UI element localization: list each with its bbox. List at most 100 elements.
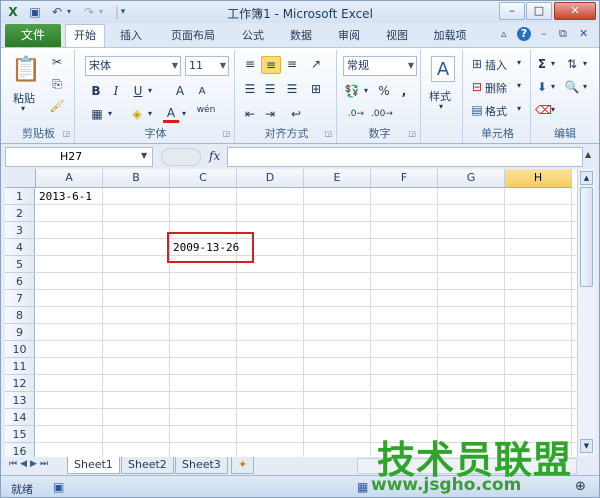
align-center-icon[interactable]: ☰ xyxy=(261,81,279,97)
help-icon[interactable]: ? xyxy=(517,27,531,41)
row-header-8[interactable]: 8 xyxy=(5,307,35,324)
font-size-combo[interactable]: 11 ▼ xyxy=(185,56,229,76)
insert-cells-icon[interactable]: ⊞ xyxy=(469,56,485,72)
comma-button[interactable]: , xyxy=(397,83,411,99)
alignment-launcher-icon[interactable]: ◲ xyxy=(324,129,332,138)
delete-dropdown-icon[interactable]: ▾ xyxy=(517,81,521,90)
bold-button[interactable]: B xyxy=(89,83,103,99)
workbook-restore-icon[interactable]: ⧉ xyxy=(559,27,567,41)
number-format-combo[interactable]: 常规 ▼ xyxy=(343,56,417,76)
tab-formulas[interactable]: 公式 xyxy=(233,25,273,47)
cut-icon[interactable]: ✂ xyxy=(49,54,65,70)
autosum-button[interactable]: Σ xyxy=(535,56,549,72)
column-header-h[interactable]: H xyxy=(505,169,572,188)
font-name-combo[interactable]: 宋体 ▼ xyxy=(85,56,181,76)
close-button[interactable]: ✕ xyxy=(554,2,596,20)
font-launcher-icon[interactable]: ◲ xyxy=(222,129,230,138)
sort-dropdown-icon[interactable]: ▾ xyxy=(581,56,589,72)
row-header-1[interactable]: 1 xyxy=(5,188,35,205)
workbook-close-icon[interactable]: ✕ xyxy=(579,27,588,40)
underline-dropdown-icon[interactable]: ▾ xyxy=(145,83,155,99)
paste-dropdown-icon[interactable]: ▾ xyxy=(21,104,25,113)
maximize-button[interactable]: □ xyxy=(526,2,552,20)
sheet-tab-sheet1[interactable]: Sheet1 xyxy=(67,457,120,474)
row-header-11[interactable]: 11 xyxy=(5,358,35,375)
insert-dropdown-icon[interactable]: ▾ xyxy=(517,58,521,67)
font-color-dropdown-icon[interactable]: ▾ xyxy=(179,106,189,122)
row-header-3[interactable]: 3 xyxy=(5,222,35,239)
row-header-5[interactable]: 5 xyxy=(5,256,35,273)
autosum-dropdown-icon[interactable]: ▾ xyxy=(549,56,557,72)
copy-icon[interactable]: ⎘ xyxy=(49,76,65,92)
currency-icon[interactable]: 💱 xyxy=(343,83,361,99)
align-top-icon[interactable]: ≡ xyxy=(241,56,259,72)
fill-dropdown-icon[interactable]: ▾ xyxy=(549,79,557,95)
fill-color-dropdown-icon[interactable]: ▾ xyxy=(145,106,155,122)
align-bottom-icon[interactable]: ≡ xyxy=(283,56,301,72)
tab-page-layout[interactable]: 页面布局 xyxy=(161,25,225,47)
format-cells-label[interactable]: 格式 xyxy=(485,103,507,119)
column-header-g[interactable]: G xyxy=(438,169,505,188)
orientation-icon[interactable]: ↗ xyxy=(307,56,325,72)
increase-decimal-icon[interactable]: .0→ xyxy=(345,106,367,122)
shrink-font-button[interactable]: A xyxy=(195,84,209,100)
sort-filter-icon[interactable]: ⇅ xyxy=(563,56,581,72)
name-box[interactable]: H27 xyxy=(5,147,153,167)
wrap-text-icon[interactable]: ↩ xyxy=(287,106,305,122)
workbook-minimize-icon[interactable]: – xyxy=(541,27,547,40)
insert-sheet-icon[interactable]: ✦ xyxy=(231,457,255,474)
worksheet-grid[interactable]: ABCDEFGH 1 2 3 4 5 6 7 8 9 10 11 12 13 14 15 16 2013-6-… xyxy=(5,169,577,457)
fill-icon[interactable]: ⬇ xyxy=(535,79,549,95)
row-header-12[interactable]: 12 xyxy=(5,375,35,392)
font-color-icon[interactable]: A xyxy=(163,106,179,123)
row-header-16[interactable]: 16 xyxy=(5,443,35,457)
format-painter-icon[interactable]: 🖌 xyxy=(49,98,65,114)
clipboard-launcher-icon[interactable]: ◲ xyxy=(62,129,70,138)
styles-icon[interactable]: A xyxy=(431,56,455,82)
row-header-4[interactable]: 4 xyxy=(5,239,35,256)
increase-indent-icon[interactable]: ⇥ xyxy=(261,106,279,122)
row-header-14[interactable]: 14 xyxy=(5,409,35,426)
find-dropdown-icon[interactable]: ▾ xyxy=(581,79,589,95)
merge-center-icon[interactable]: ⊞ xyxy=(307,81,325,97)
insert-cells-label[interactable]: 插入 xyxy=(485,57,507,73)
align-right-icon[interactable]: ☰ xyxy=(283,81,301,97)
vertical-scroll-thumb[interactable] xyxy=(580,187,593,287)
sheet-tab-sheet3[interactable]: Sheet3 xyxy=(175,457,228,474)
grow-font-button[interactable]: A xyxy=(173,83,187,99)
format-cells-icon[interactable]: ▤ xyxy=(469,102,485,118)
sheet-tab-sheet2[interactable]: Sheet2 xyxy=(121,457,174,474)
column-header-d[interactable]: D xyxy=(237,169,304,188)
row-header-10[interactable]: 10 xyxy=(5,341,35,358)
cell-A1[interactable]: 2013-6-1 xyxy=(39,188,92,205)
sheet-nav-arrows-icon[interactable]: ⏮◀▶⏭ xyxy=(9,459,51,469)
borders-dropdown-icon[interactable]: ▾ xyxy=(105,106,115,122)
minimize-ribbon-icon[interactable]: ▵ xyxy=(501,27,507,40)
row-header-2[interactable]: 2 xyxy=(5,205,35,222)
normal-view-icon[interactable]: ▦ xyxy=(357,480,368,494)
scroll-up-icon[interactable]: ▲ xyxy=(580,171,593,185)
italic-button[interactable]: I xyxy=(109,83,123,99)
find-select-icon[interactable]: 🔍 xyxy=(563,79,581,95)
column-header-c[interactable]: C xyxy=(170,169,237,188)
percent-button[interactable]: % xyxy=(377,83,391,99)
phonetic-guide-button[interactable]: wén xyxy=(195,105,217,115)
column-header-b[interactable]: B xyxy=(103,169,170,188)
tab-home[interactable]: 开始 xyxy=(65,24,105,47)
number-launcher-icon[interactable]: ◲ xyxy=(408,129,416,138)
styles-dropdown-icon[interactable]: ▾ xyxy=(439,102,443,111)
format-dropdown-icon[interactable]: ▾ xyxy=(517,104,521,113)
tab-insert[interactable]: 插入 xyxy=(111,25,151,47)
column-header-a[interactable]: A xyxy=(36,169,103,188)
delete-cells-label[interactable]: 删除 xyxy=(485,80,507,96)
formula-input[interactable] xyxy=(227,147,583,167)
decrease-indent-icon[interactable]: ⇤ xyxy=(241,106,259,122)
column-header-e[interactable]: E xyxy=(304,169,371,188)
row-header-9[interactable]: 9 xyxy=(5,324,35,341)
underline-button[interactable]: U xyxy=(131,83,145,99)
row-header-13[interactable]: 13 xyxy=(5,392,35,409)
decrease-decimal-icon[interactable]: .00→ xyxy=(371,106,393,122)
macro-record-icon[interactable]: ▣ xyxy=(53,480,64,494)
clear-dropdown-icon[interactable]: ▾ xyxy=(549,102,557,118)
align-left-icon[interactable]: ☰ xyxy=(241,81,259,97)
